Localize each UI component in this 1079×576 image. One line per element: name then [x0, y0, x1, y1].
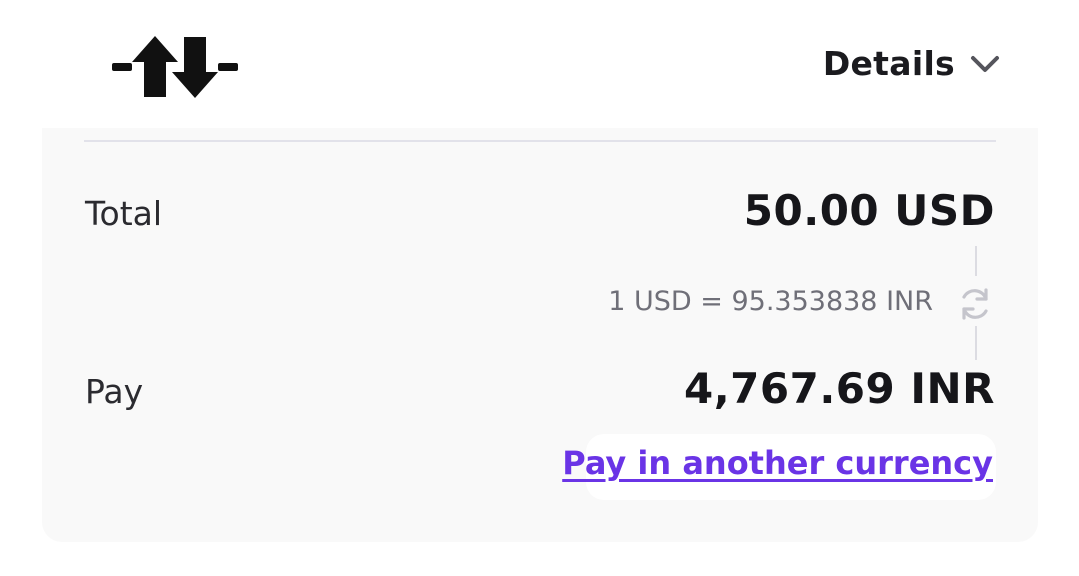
total-amount: 50.00 USD [743, 186, 995, 235]
pay-amount: 4,767.69 INR [684, 364, 995, 413]
details-toggle-button[interactable]: Details [823, 44, 1001, 83]
total-label: Total [85, 194, 163, 233]
payment-summary-page: Details Total 50.00 USD 1 USD = 95.35383… [0, 0, 1079, 576]
exchange-rate-text: 1 USD = 95.353838 INR [608, 286, 933, 317]
chevron-down-icon [969, 48, 1001, 80]
rate-connector-top [975, 246, 977, 276]
header-divider [84, 140, 996, 142]
refresh-icon[interactable] [955, 284, 995, 324]
details-label: Details [822, 44, 955, 83]
transfer-arrows-icon [108, 34, 242, 100]
pay-label: Pay [85, 372, 144, 411]
pay-in-another-currency-link[interactable]: Pay in another currency [562, 444, 993, 482]
rate-connector-bottom [975, 326, 977, 360]
